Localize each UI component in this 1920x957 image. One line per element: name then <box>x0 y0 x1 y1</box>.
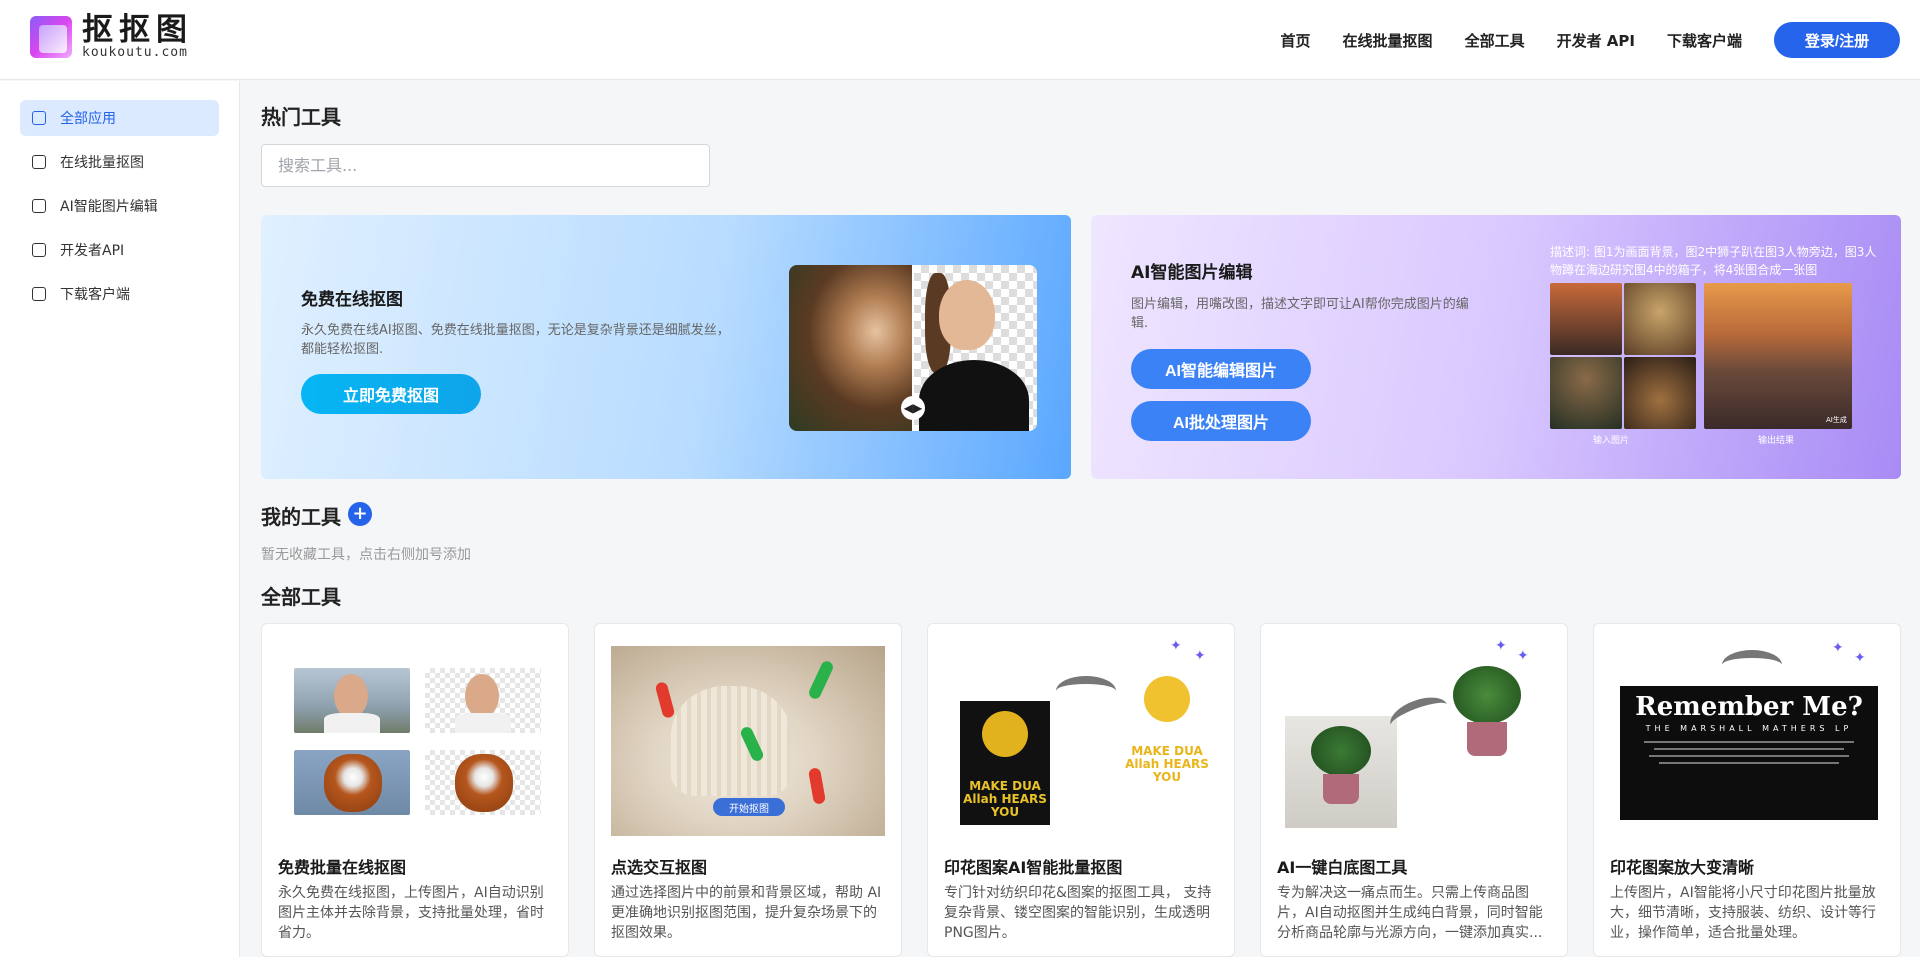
card-description: 专为解决这一痛点而生。只需上传商品图片，AI自动抠图并生成纯白背景，同时智能分析… <box>1277 885 1543 941</box>
original-photo <box>789 265 913 431</box>
tool-card-white-background[interactable]: ✦ ✦ AI一键白底图工具 专为解决这一痛点而生。只需上传商品图片，AI自动抠图… <box>1260 623 1568 957</box>
ai-prompt-caption: 描述词: 图1为画面背景，图2中狮子趴在图3人物旁边，图3人物蹲在海边研究图4中… <box>1550 245 1877 277</box>
card-title: AI一键白底图工具 <box>1277 858 1408 877</box>
input-images-label: 输入图片 <box>1593 436 1630 446</box>
tool-cards: 免费批量在线抠图 永久免费在线抠图，上传图片，AI自动识别图片主体并去除背景，支… <box>261 623 1920 957</box>
portrait-cutout <box>425 668 541 733</box>
card-title: 免费批量在线抠图 <box>278 858 407 877</box>
arrow-icon <box>1056 676 1116 706</box>
card-preview: ✦ ✦ Remember Me? THE MARSHALL MATHERS LP <box>1610 640 1884 836</box>
tool-card-print-upscale[interactable]: ✦ ✦ Remember Me? THE MARSHALL MATHERS LP… <box>1593 623 1901 957</box>
sidebar-item-label: AI智能图片编辑 <box>60 199 158 215</box>
banner-title: 免费在线抠图 <box>301 290 403 310</box>
dog-cutout <box>425 750 541 815</box>
plant-original <box>1285 716 1397 828</box>
sidebar-item-label: 全部应用 <box>60 111 116 127</box>
print-cutout: MAKE DUA Allah HEARS YOU <box>1122 666 1212 790</box>
nav-batch-cutout[interactable]: 在线批量抠图 <box>1343 30 1433 51</box>
sparkle-icon: ✦ <box>1832 640 1844 656</box>
free-cutout-button[interactable]: 立即免费抠图 <box>301 374 481 414</box>
compare-slider-handle-icon[interactable]: ◀▶ <box>901 396 925 420</box>
nav-home[interactable]: 首页 <box>1281 30 1311 51</box>
home-icon <box>32 111 46 125</box>
all-tools-title: 全部工具 <box>261 585 341 609</box>
sidebar-item-download-client[interactable]: 下载客户端 <box>20 276 219 312</box>
output-image <box>1704 283 1852 429</box>
tool-card-batch-cutout[interactable]: 免费批量在线抠图 永久免费在线抠图，上传图片，AI自动识别图片主体并去除背景，支… <box>261 623 569 957</box>
arrow-icon <box>1722 650 1782 680</box>
sidebar-item-label: 在线批量抠图 <box>60 155 144 171</box>
card-description: 通过选择图片中的前景和背景区域，帮助 AI 更准确地识别抠图范围，提升复杂场景下… <box>611 885 882 941</box>
before-after-preview[interactable]: ◀▶ <box>789 265 1037 431</box>
portrait-image <box>939 280 995 350</box>
edit-icon <box>32 199 46 213</box>
ai-batch-button[interactable]: AI批处理图片 <box>1131 401 1311 441</box>
banner-title: AI智能图片编辑 <box>1131 263 1253 283</box>
banner-description: 图片编辑，用嘴改图，描述文字即可让AI帮你完成图片的编辑. <box>1131 297 1469 331</box>
logo-domain: koukoutu.com <box>82 45 188 60</box>
card-preview: 开始抠图 <box>611 646 885 836</box>
logo-mark-icon <box>30 16 72 58</box>
sidebar-item-label: 开发者API <box>60 243 125 259</box>
search-input[interactable] <box>261 144 710 187</box>
top-header: 抠抠图 koukoutu.com 首页 在线批量抠图 全部工具 开发者 API … <box>0 0 1920 80</box>
sidebar-item-developer-api[interactable]: 开发者API <box>20 232 219 268</box>
sparkle-icon: ✦ <box>1517 648 1529 664</box>
hot-tools-title: 热门工具 <box>261 105 341 129</box>
output-image-label: 输出结果 <box>1758 436 1795 446</box>
sidebar-item-ai-edit[interactable]: AI智能图片编辑 <box>20 188 219 224</box>
card-preview: MAKE DUA Allah HEARS YOU MAKE DUA Allah … <box>944 638 1218 836</box>
my-tools-title: 我的工具 <box>261 505 341 529</box>
plant-white-bg <box>1437 662 1537 774</box>
card-title: 印花图案AI智能批量抠图 <box>944 858 1123 877</box>
start-cutout-overlay: 开始抠图 <box>713 798 785 816</box>
sparkle-icon: ✦ <box>1495 638 1507 654</box>
card-title: 点选交互抠图 <box>611 858 708 877</box>
sidebar-item-label: 下载客户端 <box>60 287 130 303</box>
download-icon <box>32 287 46 301</box>
card-description: 专门针对纺织印花&图案的抠图工具， 支持复杂背景、镂空图案的智能识别，生成透明P… <box>944 885 1212 941</box>
input-image-2 <box>1624 283 1696 355</box>
banner-free-cutout[interactable]: 免费在线抠图 永久免费在线AI抠图、免费在线批量抠图，无论是复杂背景还是细腻发丝… <box>261 215 1071 479</box>
login-register-button[interactable]: 登录/注册 <box>1774 22 1900 58</box>
input-image-4 <box>1624 357 1696 429</box>
sidebar-item-batch-cutout[interactable]: 在线批量抠图 <box>20 144 219 180</box>
ai-edit-button[interactable]: AI智能编辑图片 <box>1131 349 1311 389</box>
sidebar: 全部应用 在线批量抠图 AI智能图片编辑 开发者API 下载客户端 <box>0 81 240 957</box>
banner-description: 永久免费在线AI抠图、免费在线批量抠图，无论是复杂背景还是细腻发丝，都能轻松抠图… <box>301 323 730 357</box>
ai-generated-tag: AI生成 <box>1826 416 1847 424</box>
nav-download-client[interactable]: 下载客户端 <box>1667 30 1742 51</box>
sparkle-icon: ✦ <box>1194 648 1206 664</box>
card-title: 印花图案放大变清晰 <box>1610 858 1755 877</box>
logo[interactable]: 抠抠图 koukoutu.com <box>30 14 193 60</box>
card-description: 上传图片，AI智能将小尺寸印花图片批量放大，细节清晰，支持服装、纺织、设计等行业… <box>1610 885 1876 941</box>
logo-name: 抠抠图 <box>82 12 193 48</box>
input-image-3 <box>1550 357 1622 429</box>
nav-all-tools[interactable]: 全部工具 <box>1465 30 1525 51</box>
add-tool-button[interactable]: + <box>348 502 372 526</box>
my-tools-empty-hint: 暂无收藏工具，点击右侧加号添加 <box>261 547 471 563</box>
sparkle-icon: ✦ <box>1170 638 1182 654</box>
knit-hat-image <box>671 686 791 796</box>
api-icon <box>32 243 46 257</box>
portrait-icon <box>32 155 46 169</box>
banner-ai-edit[interactable]: AI智能图片编辑 图片编辑，用嘴改图，描述文字即可让AI帮你完成图片的编辑. A… <box>1091 215 1901 479</box>
dog-original <box>294 750 410 815</box>
print-upscaled: Remember Me? THE MARSHALL MATHERS LP <box>1620 686 1878 820</box>
card-description: 永久免费在线抠图，上传图片，AI自动识别图片主体并去除背景，支持批量处理，省时省… <box>278 885 544 941</box>
portrait-original <box>294 668 410 733</box>
card-preview: ✦ ✦ <box>1277 638 1551 836</box>
tool-card-click-cutout[interactable]: 开始抠图 点选交互抠图 通过选择图片中的前景和背景区域，帮助 AI 更准确地识别… <box>594 623 902 957</box>
sparkle-icon: ✦ <box>1854 650 1866 666</box>
input-image-1 <box>1550 283 1622 355</box>
card-preview <box>278 646 552 836</box>
tool-card-print-cutout[interactable]: MAKE DUA Allah HEARS YOU MAKE DUA Allah … <box>927 623 1235 957</box>
sidebar-item-all-apps[interactable]: 全部应用 <box>20 100 219 136</box>
main-nav: 首页 在线批量抠图 全部工具 开发者 API 下载客户端 登录/注册 <box>1281 22 1900 58</box>
print-original: MAKE DUA Allah HEARS YOU <box>960 701 1050 825</box>
nav-developer-api[interactable]: 开发者 API <box>1557 30 1635 51</box>
